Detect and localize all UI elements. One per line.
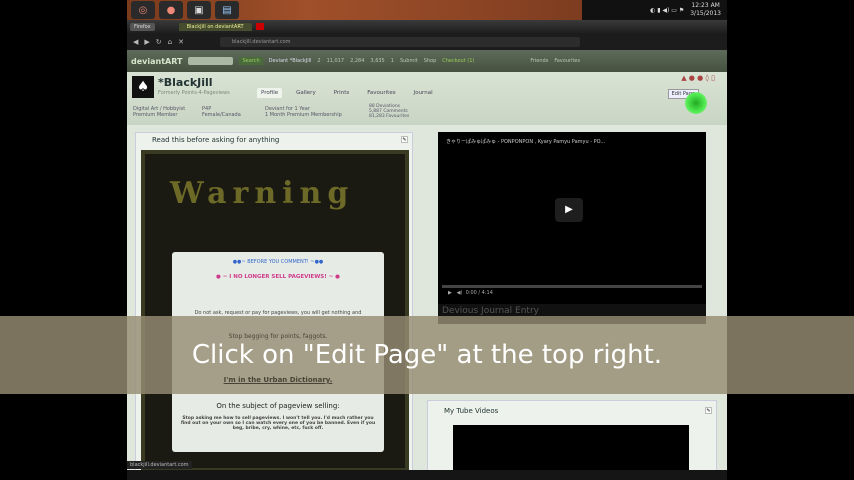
tab-journal[interactable]: Journal: [410, 88, 437, 98]
widget-title: Read this before asking for anything: [152, 136, 280, 144]
addon-bar: [127, 470, 727, 480]
meta-text: Premium Member: [133, 112, 178, 118]
forward-icon[interactable]: ▶: [144, 38, 149, 46]
reload-icon[interactable]: ↻: [156, 38, 162, 46]
edit-widget-icon[interactable]: ✎: [401, 136, 408, 143]
navigation-bar: ◀ ▶ ↻ ⌂ ✕ blackjill.deviantart.com: [127, 33, 727, 50]
checkout-link[interactable]: Checkout (1): [442, 58, 474, 64]
youtube-player[interactable]: きゃりーぱみゅぱみゅ - PONPONPON , Kyary Pamyu Pam…: [438, 132, 706, 304]
clock[interactable]: 12:23 AM 3/15/2013: [690, 2, 721, 18]
tab-gallery[interactable]: Gallery: [292, 88, 320, 98]
profile-tabs: Profile Gallery Prints Favourites Journa…: [257, 88, 437, 98]
tray-icons[interactable]: ◐ ▮ ◀) ▭ ⚑: [650, 7, 684, 14]
home-icon[interactable]: ⌂: [168, 38, 172, 46]
tab-favourites[interactable]: Favourites: [363, 88, 399, 98]
tab-prints[interactable]: Prints: [330, 88, 354, 98]
start-button[interactable]: ◎: [131, 1, 155, 19]
tube-video[interactable]: [453, 425, 689, 475]
tube-widget: My Tube Videos ✎: [427, 400, 717, 475]
video-time: 0:00 / 4:14: [465, 290, 493, 296]
search-button[interactable]: Search: [239, 57, 263, 65]
meta-type: Digital Art / Hobbyist Premium Member: [133, 106, 185, 118]
stop-begging: Stop begging for points, faggots.: [228, 333, 328, 340]
status-url: blackjill.deviantart.com: [127, 461, 192, 469]
count-3[interactable]: 3,635: [370, 58, 384, 64]
count-2[interactable]: 2,284: [350, 58, 364, 64]
stop-icon[interactable]: ✕: [178, 38, 184, 46]
screen: ◎ ● ▣ ▤ ◐ ▮ ◀) ▭ ⚑ 12:23 AM 3/15/2013 Fir…: [127, 0, 727, 480]
no-longer-sell: ● ~ I NO LONGER SELL PAGEVIEWS! ~ ●: [216, 274, 340, 280]
firefox-menu-button[interactable]: Firefox: [130, 22, 155, 31]
browser-tab-bar: Firefox BlackJill on deviantART: [127, 20, 727, 33]
meta-text: 81,283 Favourites: [369, 114, 410, 119]
badge-icons[interactable]: ▲ ● ● ◊ ▯: [681, 74, 715, 82]
warning-widget: Read this before asking for anything ✎ W…: [135, 132, 413, 472]
meta-stats[interactable]: 88 Deviations 5,887 Comments 81,283 Favour…: [369, 104, 409, 119]
url-bar[interactable]: blackjill.deviantart.com: [219, 36, 580, 47]
friends-link[interactable]: Friends: [530, 58, 548, 64]
meta-text: 1 Month Premium Membership: [265, 112, 342, 118]
subject-heading: On the subject of pageview selling:: [216, 402, 340, 410]
warning-title: Warning: [170, 176, 355, 211]
before-comment: ●●~ BEFORE YOU COMMENT! ~●●: [232, 259, 324, 265]
edit-widget-icon[interactable]: ✎: [705, 407, 712, 414]
play-button[interactable]: ▶: [555, 198, 583, 222]
submit-link[interactable]: Submit: [400, 58, 418, 64]
meta-text: Female/Canada: [202, 112, 241, 118]
tab-profile[interactable]: Profile: [257, 88, 283, 98]
meta-location[interactable]: P4P Female/Canada: [202, 106, 241, 118]
mouse-cursor-highlight: [685, 92, 707, 114]
back-icon[interactable]: ◀: [133, 38, 138, 46]
tab-blackjill[interactable]: BlackJill on deviantART: [178, 22, 252, 31]
clock-time: 12:23 AM: [691, 2, 720, 9]
video-progress[interactable]: [442, 285, 702, 288]
count-4[interactable]: 1: [391, 58, 394, 64]
video-controls[interactable]: ▶ ◀) 0:00 / 4:14: [448, 290, 493, 296]
profile-header: ♠ *BlackJill Formerly Points-4-Pageviews…: [127, 72, 727, 125]
youtube-tab-icon[interactable]: [255, 23, 264, 30]
username[interactable]: *BlackJill: [158, 76, 213, 89]
user-menu[interactable]: Deviant *BlackJill: [269, 58, 312, 64]
firefox-taskbar-icon[interactable]: ●: [159, 1, 183, 19]
subject-body: Stop asking me how to sell pageviews. I …: [180, 416, 376, 431]
tagline: Formerly Points-4-Pageviews: [158, 90, 230, 96]
os-taskbar: ◎ ● ▣ ▤ ◐ ▮ ◀) ▭ ⚑ 12:23 AM 3/15/2013: [127, 0, 727, 20]
search-input[interactable]: [188, 57, 234, 65]
widget-title: My Tube Videos: [444, 407, 499, 415]
shop-link[interactable]: Shop: [424, 58, 437, 64]
app-taskbar-icon[interactable]: ▤: [215, 1, 239, 19]
avatar[interactable]: ♠: [132, 76, 154, 98]
video-title[interactable]: きゃりーぱみゅぱみゅ - PONPONPON , Kyary Pamyu Pam…: [438, 132, 706, 151]
meta-membership[interactable]: Deviant for 1 Year 1 Month Premium Member…: [265, 106, 342, 118]
warning-banner: Warning ●●~ BEFORE YOU COMMENT! ~●● ● ~ …: [141, 150, 409, 472]
count-1[interactable]: 11,017: [327, 58, 345, 64]
favourites-link[interactable]: Favourites: [554, 58, 580, 64]
clock-date: 3/15/2013: [690, 10, 721, 17]
deviantart-logo[interactable]: deviantART: [131, 57, 182, 66]
system-tray: ◐ ▮ ◀) ▭ ⚑ 12:23 AM 3/15/2013: [582, 0, 727, 20]
urban-dictionary-link[interactable]: I'm in the Urban Dictionary.: [172, 376, 384, 384]
count-0[interactable]: 2: [317, 58, 320, 64]
caption-overlay: Click on "Edit Page" at the top right.: [0, 316, 854, 394]
explorer-taskbar-icon[interactable]: ▣: [187, 1, 211, 19]
caption-text: Click on "Edit Page" at the top right.: [191, 340, 663, 370]
deviantart-header: deviantART Search Deviant *BlackJill 2 1…: [127, 50, 727, 72]
